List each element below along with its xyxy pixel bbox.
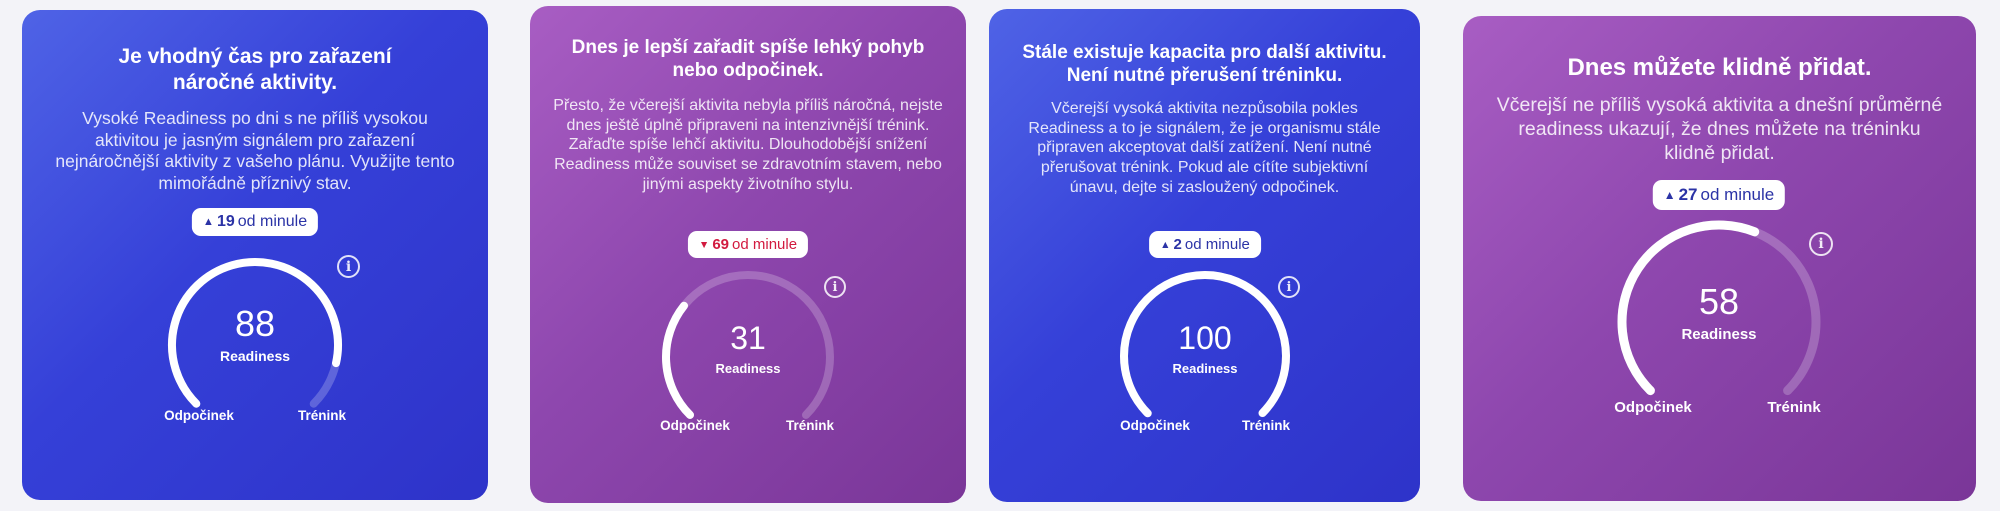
- info-icon[interactable]: i: [824, 276, 846, 298]
- gauge-left-label: Odpočinek: [1120, 418, 1190, 433]
- gauge-left-label: Odpočinek: [660, 418, 730, 433]
- readiness-score: 88: [234, 303, 276, 344]
- readiness-score-label: Readiness: [1172, 361, 1238, 376]
- gauge-right-label: Trénink: [785, 418, 835, 433]
- readiness-score-label: Readiness: [219, 348, 291, 364]
- readiness-card-3[interactable]: Stále existuje kapacita pro další aktivi…: [989, 9, 1420, 502]
- readiness-card-2[interactable]: Dnes je lepší zařadit spíše lehký pohyb …: [530, 6, 966, 503]
- gauge-left-label: Odpočinek: [1614, 399, 1692, 416]
- info-icon[interactable]: i: [1809, 232, 1833, 256]
- gauge-right-label: Trénink: [1767, 399, 1821, 416]
- readiness-gauge: [168, 258, 342, 408]
- readiness-score: 100: [1178, 320, 1232, 356]
- readiness-score: 58: [1698, 281, 1740, 322]
- readiness-score: 31: [730, 320, 766, 356]
- readiness-gauge: [662, 270, 834, 419]
- readiness-card-4[interactable]: Dnes můžete klidně přidat. Včerejší ne p…: [1463, 16, 1976, 501]
- gauge-right-label: Trénink: [1241, 418, 1291, 433]
- info-icon[interactable]: i: [337, 255, 360, 278]
- readiness-score-label: Readiness: [1681, 326, 1757, 343]
- gauge-right-label: Trénink: [297, 408, 347, 423]
- gauge-left-label: Odpočinek: [164, 408, 234, 423]
- info-icon[interactable]: i: [1278, 276, 1300, 298]
- readiness-card-1[interactable]: Je vhodný čas pro zařazení náročné aktiv…: [22, 10, 488, 500]
- readiness-gauge: [1617, 220, 1821, 396]
- readiness-gauge: [1120, 271, 1290, 418]
- readiness-score-label: Readiness: [715, 361, 781, 376]
- gauge-fill: [662, 301, 695, 419]
